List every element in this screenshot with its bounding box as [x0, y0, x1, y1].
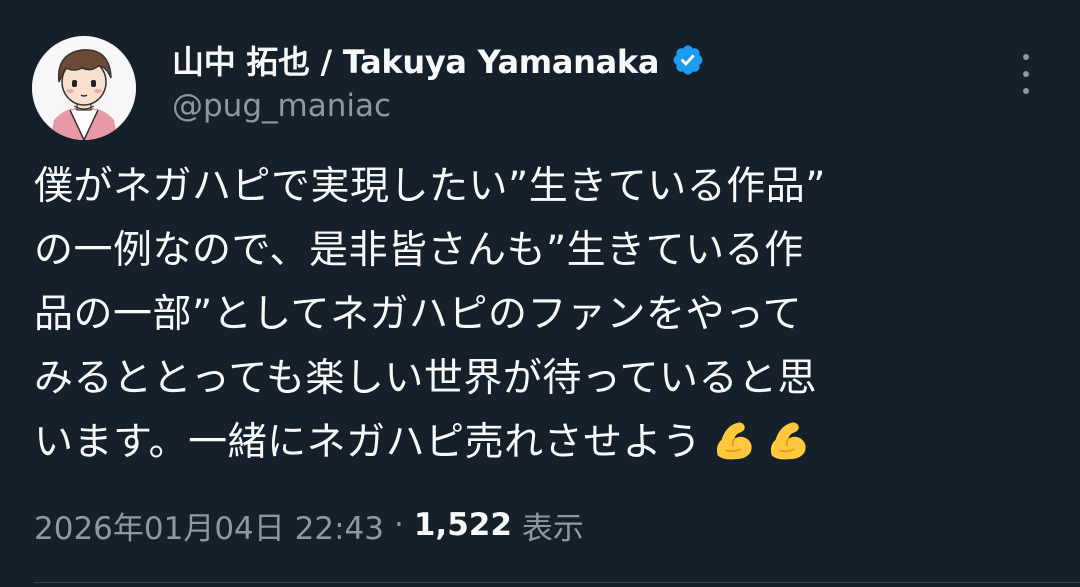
tweet-text-line-last: います。一緒にネガハピ売れさせよう [34, 411, 1044, 475]
author-handle[interactable]: @pug_maniac [172, 88, 391, 124]
tweet-text-line: 品の一部”としてネガハピのファンをやって [34, 292, 803, 337]
tweet-text-line: います。一緒にネガハピ売れさせよう [34, 420, 702, 465]
tweet-text: 僕がネガハピで実現したい”生きている作品” の一例なので、是非皆さんも”生きてい… [34, 155, 1044, 475]
tweet-text-line: 僕がネガハピで実現したい”生きている作品” [34, 164, 826, 209]
author-display-name[interactable]: 山中 拓也 / Takuya Yamanaka [172, 37, 659, 83]
tweet-card: 山中 拓也 / Takuya Yamanaka @pug_maniac 僕がネガ… [0, 0, 1080, 587]
cartoon-avatar-icon [32, 36, 136, 140]
views-count: 1,522 [413, 507, 512, 543]
divider [34, 582, 1080, 583]
meta-separator: · [393, 507, 404, 543]
tweet-timestamp[interactable]: 2026年01月04日 22:43 [34, 503, 384, 548]
more-dot [1023, 71, 1029, 77]
flexed-biceps-icon [716, 422, 752, 460]
author-name-row: 山中 拓也 / Takuya Yamanaka [172, 38, 705, 82]
tweet-text-line: みるととっても楽しい世界が待っていると思 [34, 356, 817, 401]
tweet-meta: 2026年01月04日 22:43 · 1,522 表示 [34, 500, 584, 550]
more-dot [1023, 88, 1029, 94]
more-options-icon[interactable] [1012, 54, 1040, 94]
avatar[interactable] [32, 36, 136, 140]
flexed-biceps-icon [770, 422, 806, 460]
tweet-text-line: の一例なので、是非皆さんも”生きている作 [34, 228, 804, 273]
views-label: 表示 [521, 510, 584, 547]
verified-badge-icon[interactable] [671, 43, 705, 77]
more-dot [1023, 54, 1029, 60]
